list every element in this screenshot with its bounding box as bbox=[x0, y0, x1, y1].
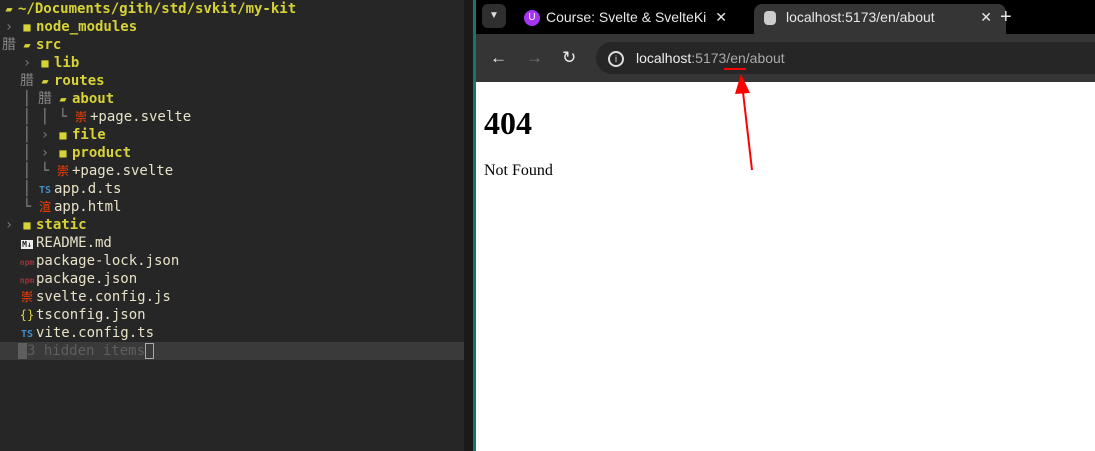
arrow-shaft bbox=[742, 91, 753, 171]
arrow-head bbox=[735, 74, 750, 94]
annotation-arrow bbox=[724, 68, 753, 171]
